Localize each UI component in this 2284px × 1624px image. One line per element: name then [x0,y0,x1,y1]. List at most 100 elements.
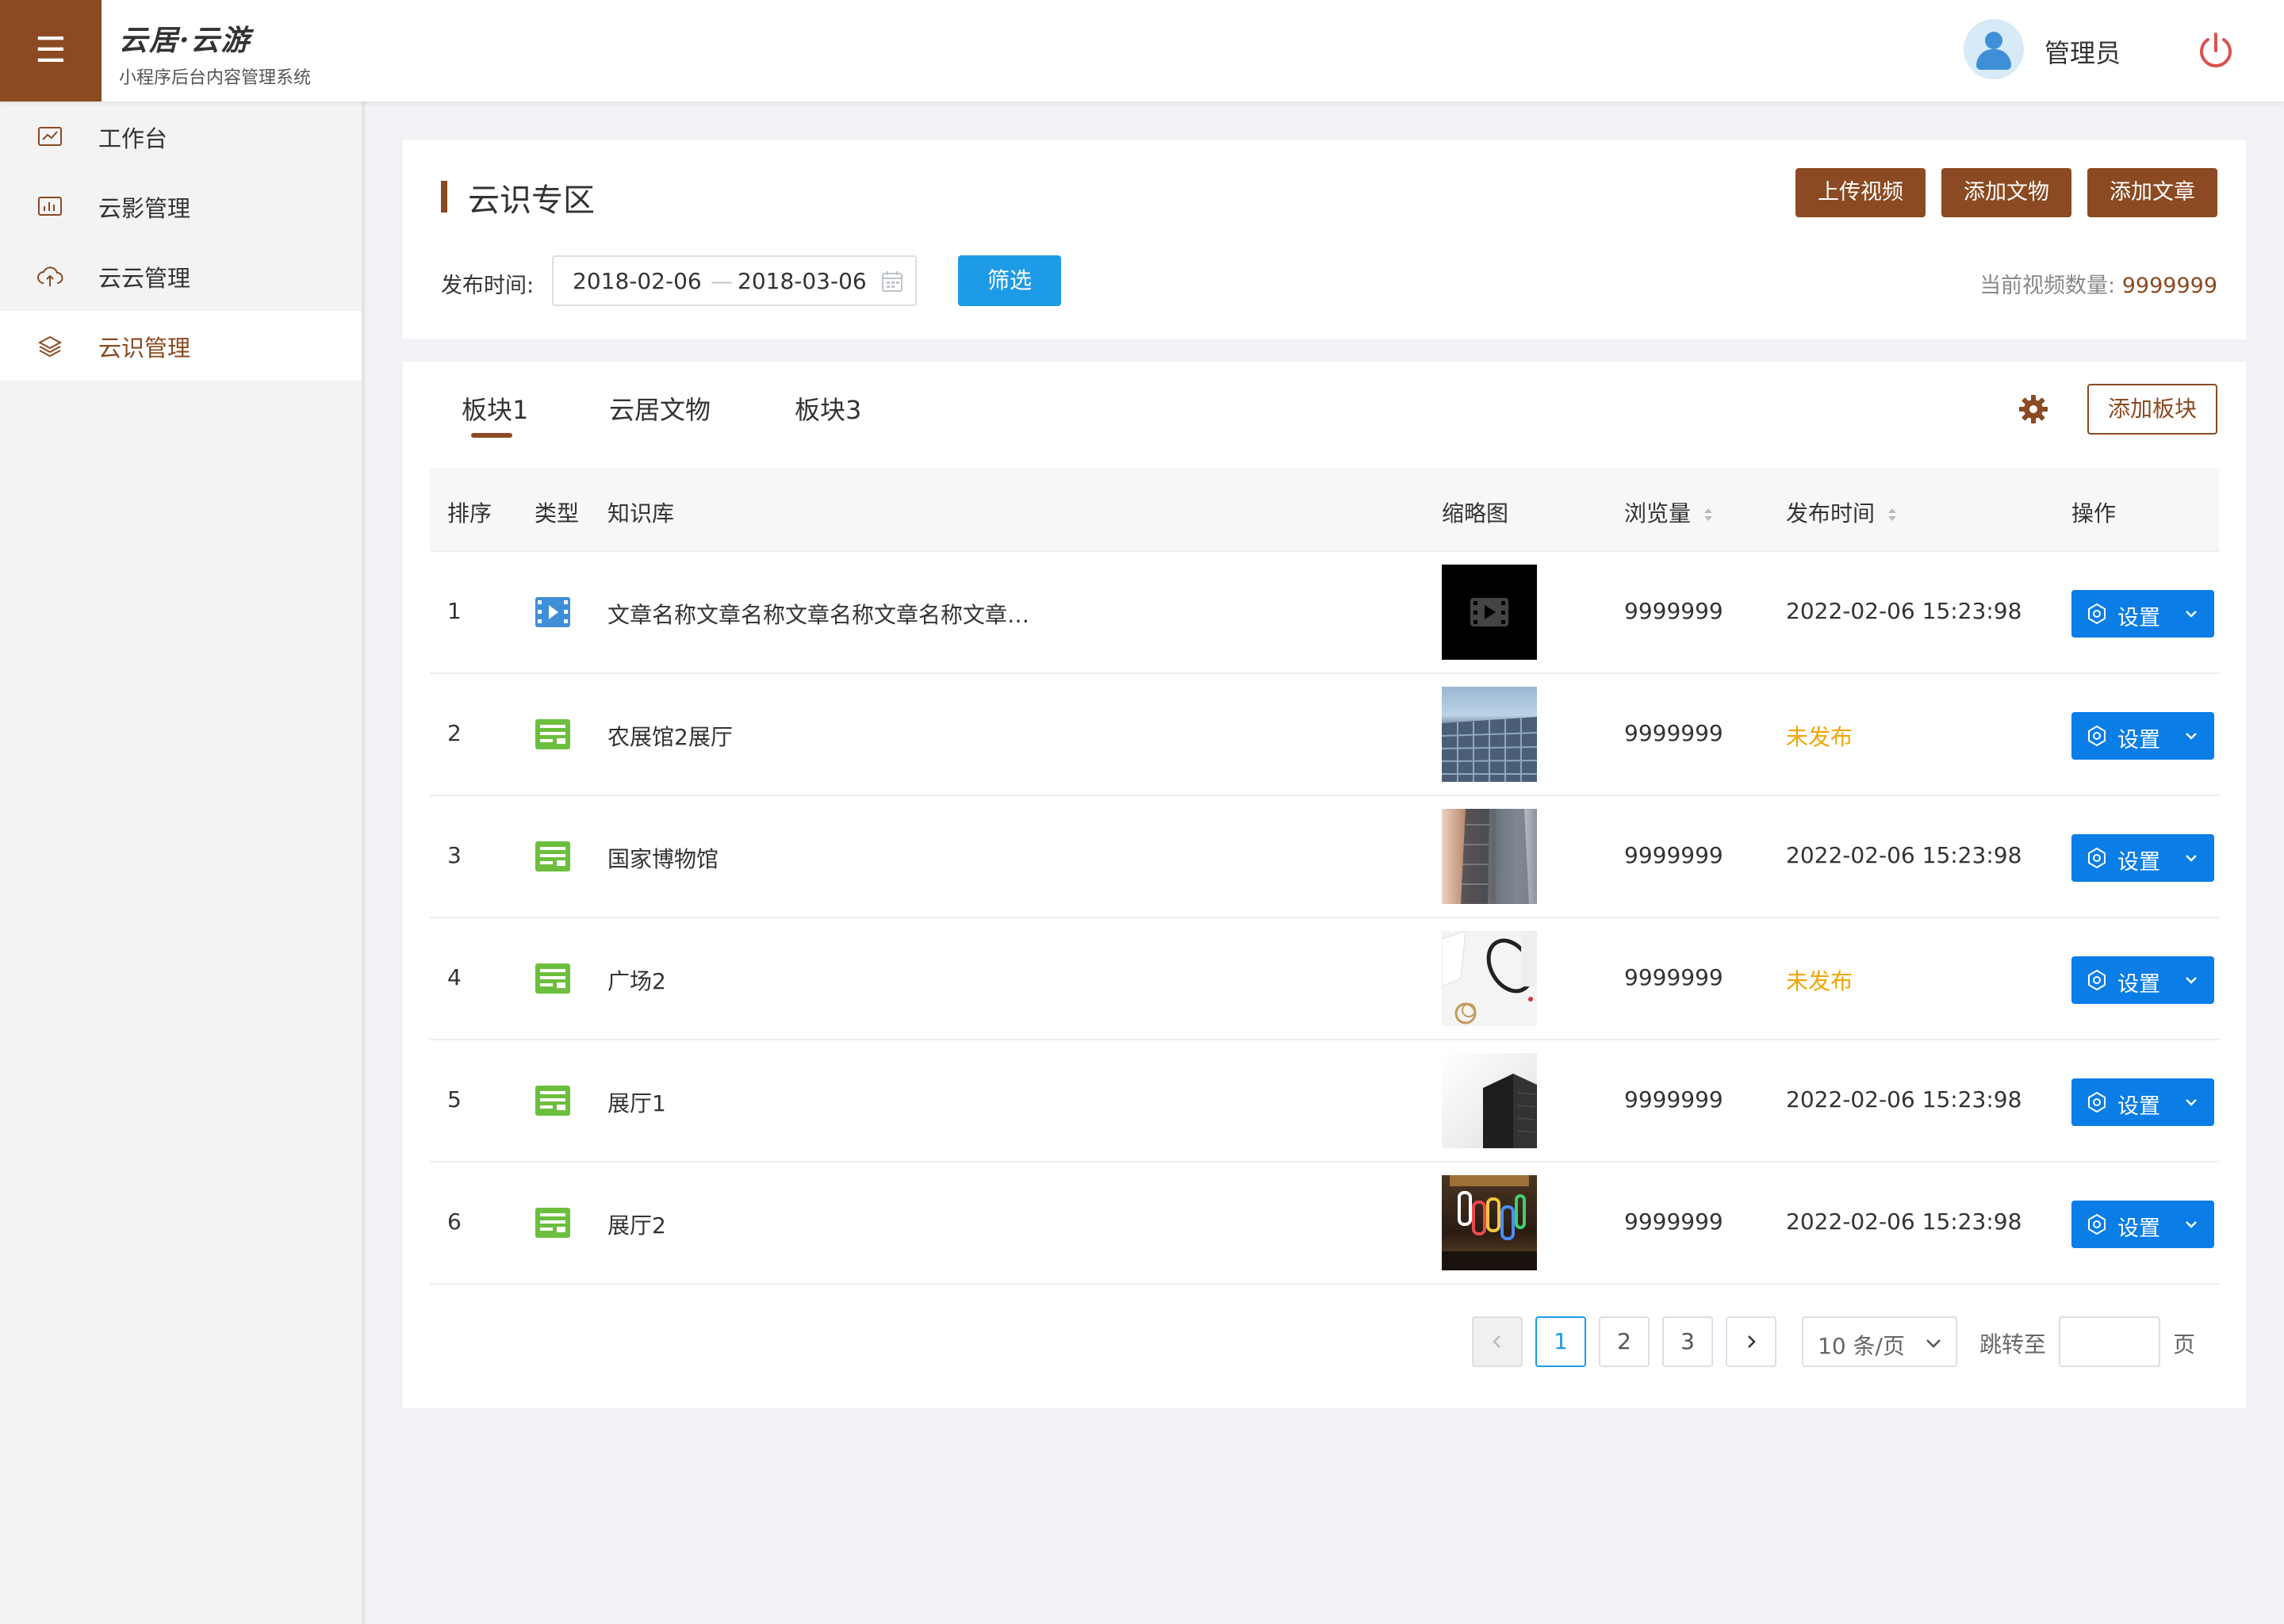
thumbnail-building[interactable] [1442,687,1537,782]
top-header: ☰ 云居·云游 小程序后台内容管理系统 管理员 [0,0,2284,102]
settings-icon [2088,603,2106,625]
brand: 云居·云游 小程序后台内容管理系统 [119,17,311,89]
row-name[interactable]: 国家博物馆 [607,842,719,874]
filter-button[interactable]: 筛选 [958,255,1061,306]
video-count: 当前视频数量: 9999999 [1979,268,2217,299]
table-row: 5 展厅1 9999999 2022-02-06 15:23:98 设置 [430,1040,2219,1162]
jump-page-input[interactable] [2059,1316,2160,1367]
row-publish-status: 未发布 [1786,968,1853,994]
sidebar-item-yunshi[interactable]: 云识管理 [0,311,362,381]
sidebar: 工作台 云影管理 云云管理 云识管理 [0,102,365,1624]
power-icon[interactable] [2195,30,2236,71]
chart-line-icon [38,127,62,146]
settings-dropdown-button[interactable]: 设置 [2071,712,2214,760]
avatar[interactable] [1964,19,2024,79]
col-views[interactable]: 浏览量 [1624,496,1714,528]
settings-dropdown-button[interactable]: 设置 [2071,1078,2214,1126]
page-size-select[interactable]: 10 条/页 [1802,1316,1957,1367]
settings-dropdown-button[interactable]: 设置 [2071,956,2214,1004]
row-views: 9999999 [1624,964,1723,990]
section-title-bar [441,181,447,213]
col-thumbnail: 缩略图 [1442,500,1509,527]
add-article-button[interactable]: 添加文章 [2087,168,2217,217]
chevron-left-icon [1493,1335,1500,1348]
thumbnail-video[interactable] [1442,565,1537,660]
sort-icon[interactable] [1703,506,1714,523]
row-views: 9999999 [1624,598,1723,624]
video-count-value: 9999999 [2121,274,2217,298]
thumbnail-tower[interactable] [1442,1053,1537,1148]
sidebar-item-label: 云云管理 [98,265,191,292]
chevron-right-icon [1748,1335,1756,1348]
settings-icon [2088,725,2106,747]
chevron-down-icon [2186,733,2197,740]
next-page-button[interactable] [1726,1316,1776,1367]
row-publish-time: 2022-02-06 15:23:98 [1786,1086,2022,1113]
sidebar-item-label: 云识管理 [98,335,191,362]
col-actions: 操作 [2071,500,2117,527]
chevron-down-icon [1926,1339,1941,1348]
date-range-picker[interactable]: 2018-02-06 — 2018-03-06 [552,255,917,306]
row-name[interactable]: 展厅1 [607,1086,666,1118]
upload-video-button[interactable]: 上传视频 [1795,168,1926,217]
tower-image [1483,1074,1537,1148]
table-row: 6 展厅2 9999999 2022-02-06 15:23:98 设置 [430,1162,2219,1285]
add-relic-button[interactable]: 添加文物 [1941,168,2071,217]
row-order: 4 [447,964,462,990]
sidebar-item-label: 云影管理 [98,195,191,222]
date-end[interactable]: 2018-03-06 [738,268,867,294]
settings-icon [2088,1213,2106,1235]
date-start[interactable]: 2018-02-06 [573,268,702,294]
page-3-button[interactable]: 3 [1662,1316,1713,1367]
thumbnail-desk[interactable] [1442,931,1537,1026]
hamburger-icon: ☰ [35,30,67,71]
col-publish-label: 发布时间 [1786,500,1876,527]
brand-subtitle: 小程序后台内容管理系统 [119,68,312,88]
chevron-down-icon [2186,977,2197,984]
menu-toggle-button[interactable]: ☰ [0,0,102,102]
row-views: 9999999 [1624,720,1723,746]
row-name[interactable]: 展厅2 [607,1208,666,1240]
col-publish-time[interactable]: 发布时间 [1786,496,1898,528]
chart-bar-icon [38,197,62,216]
chevron-down-icon [2186,1099,2197,1106]
video-icon [535,597,570,627]
row-name[interactable]: 广场2 [607,964,666,996]
prev-page-button[interactable] [1472,1316,1523,1367]
jump-to-label: 跳转至 [1979,1331,2047,1358]
row-publish-time: 2022-02-06 15:23:98 [1786,598,2022,624]
article-icon [535,719,570,749]
user-name[interactable]: 管理员 [2044,33,2121,70]
row-publish-status: 未发布 [1786,724,1853,750]
page-1-button[interactable]: 1 [1535,1316,1586,1367]
calendar-icon [882,271,902,292]
settings-dropdown-button[interactable]: 设置 [2071,590,2214,638]
col-library: 知识库 [607,500,675,527]
chevron-down-icon [2186,1221,2197,1228]
tab-block1[interactable]: 板块1 [462,390,528,427]
page-2-button[interactable]: 2 [1599,1316,1650,1367]
col-views-label: 浏览量 [1624,500,1692,527]
sidebar-item-yunying[interactable]: 云影管理 [0,171,362,241]
settings-dropdown-button[interactable]: 设置 [2071,834,2214,882]
tab-block3[interactable]: 板块3 [795,390,861,427]
sort-icon[interactable] [1887,506,1898,523]
sidebar-item-yunyun[interactable]: 云云管理 [0,241,362,311]
settings-icon [2088,969,2106,991]
tab-relics[interactable]: 云居文物 [609,390,711,427]
row-name[interactable]: 文章名称文章名称文章名称文章名称文章… [607,598,1029,630]
row-publish-time: 2022-02-06 15:23:98 [1786,1208,2022,1235]
add-block-button[interactable]: 添加板块 [2087,384,2217,435]
sidebar-item-workbench[interactable]: 工作台 [0,102,362,171]
table-row: 2 农展馆2展厅 9999999 未发布 设置 [430,674,2219,796]
layers-icon [37,335,63,358]
thumbnail-towers[interactable] [1442,809,1537,904]
gear-icon[interactable] [2018,393,2049,425]
article-icon [535,1086,570,1116]
settings-dropdown-button[interactable]: 设置 [2071,1201,2214,1248]
row-order: 3 [447,842,462,868]
row-name[interactable]: 农展馆2展厅 [607,720,733,752]
settings-label: 设置 [2117,850,2160,875]
thumbnail-sign[interactable] [1442,1175,1537,1270]
settings-label: 设置 [2117,1094,2160,1119]
